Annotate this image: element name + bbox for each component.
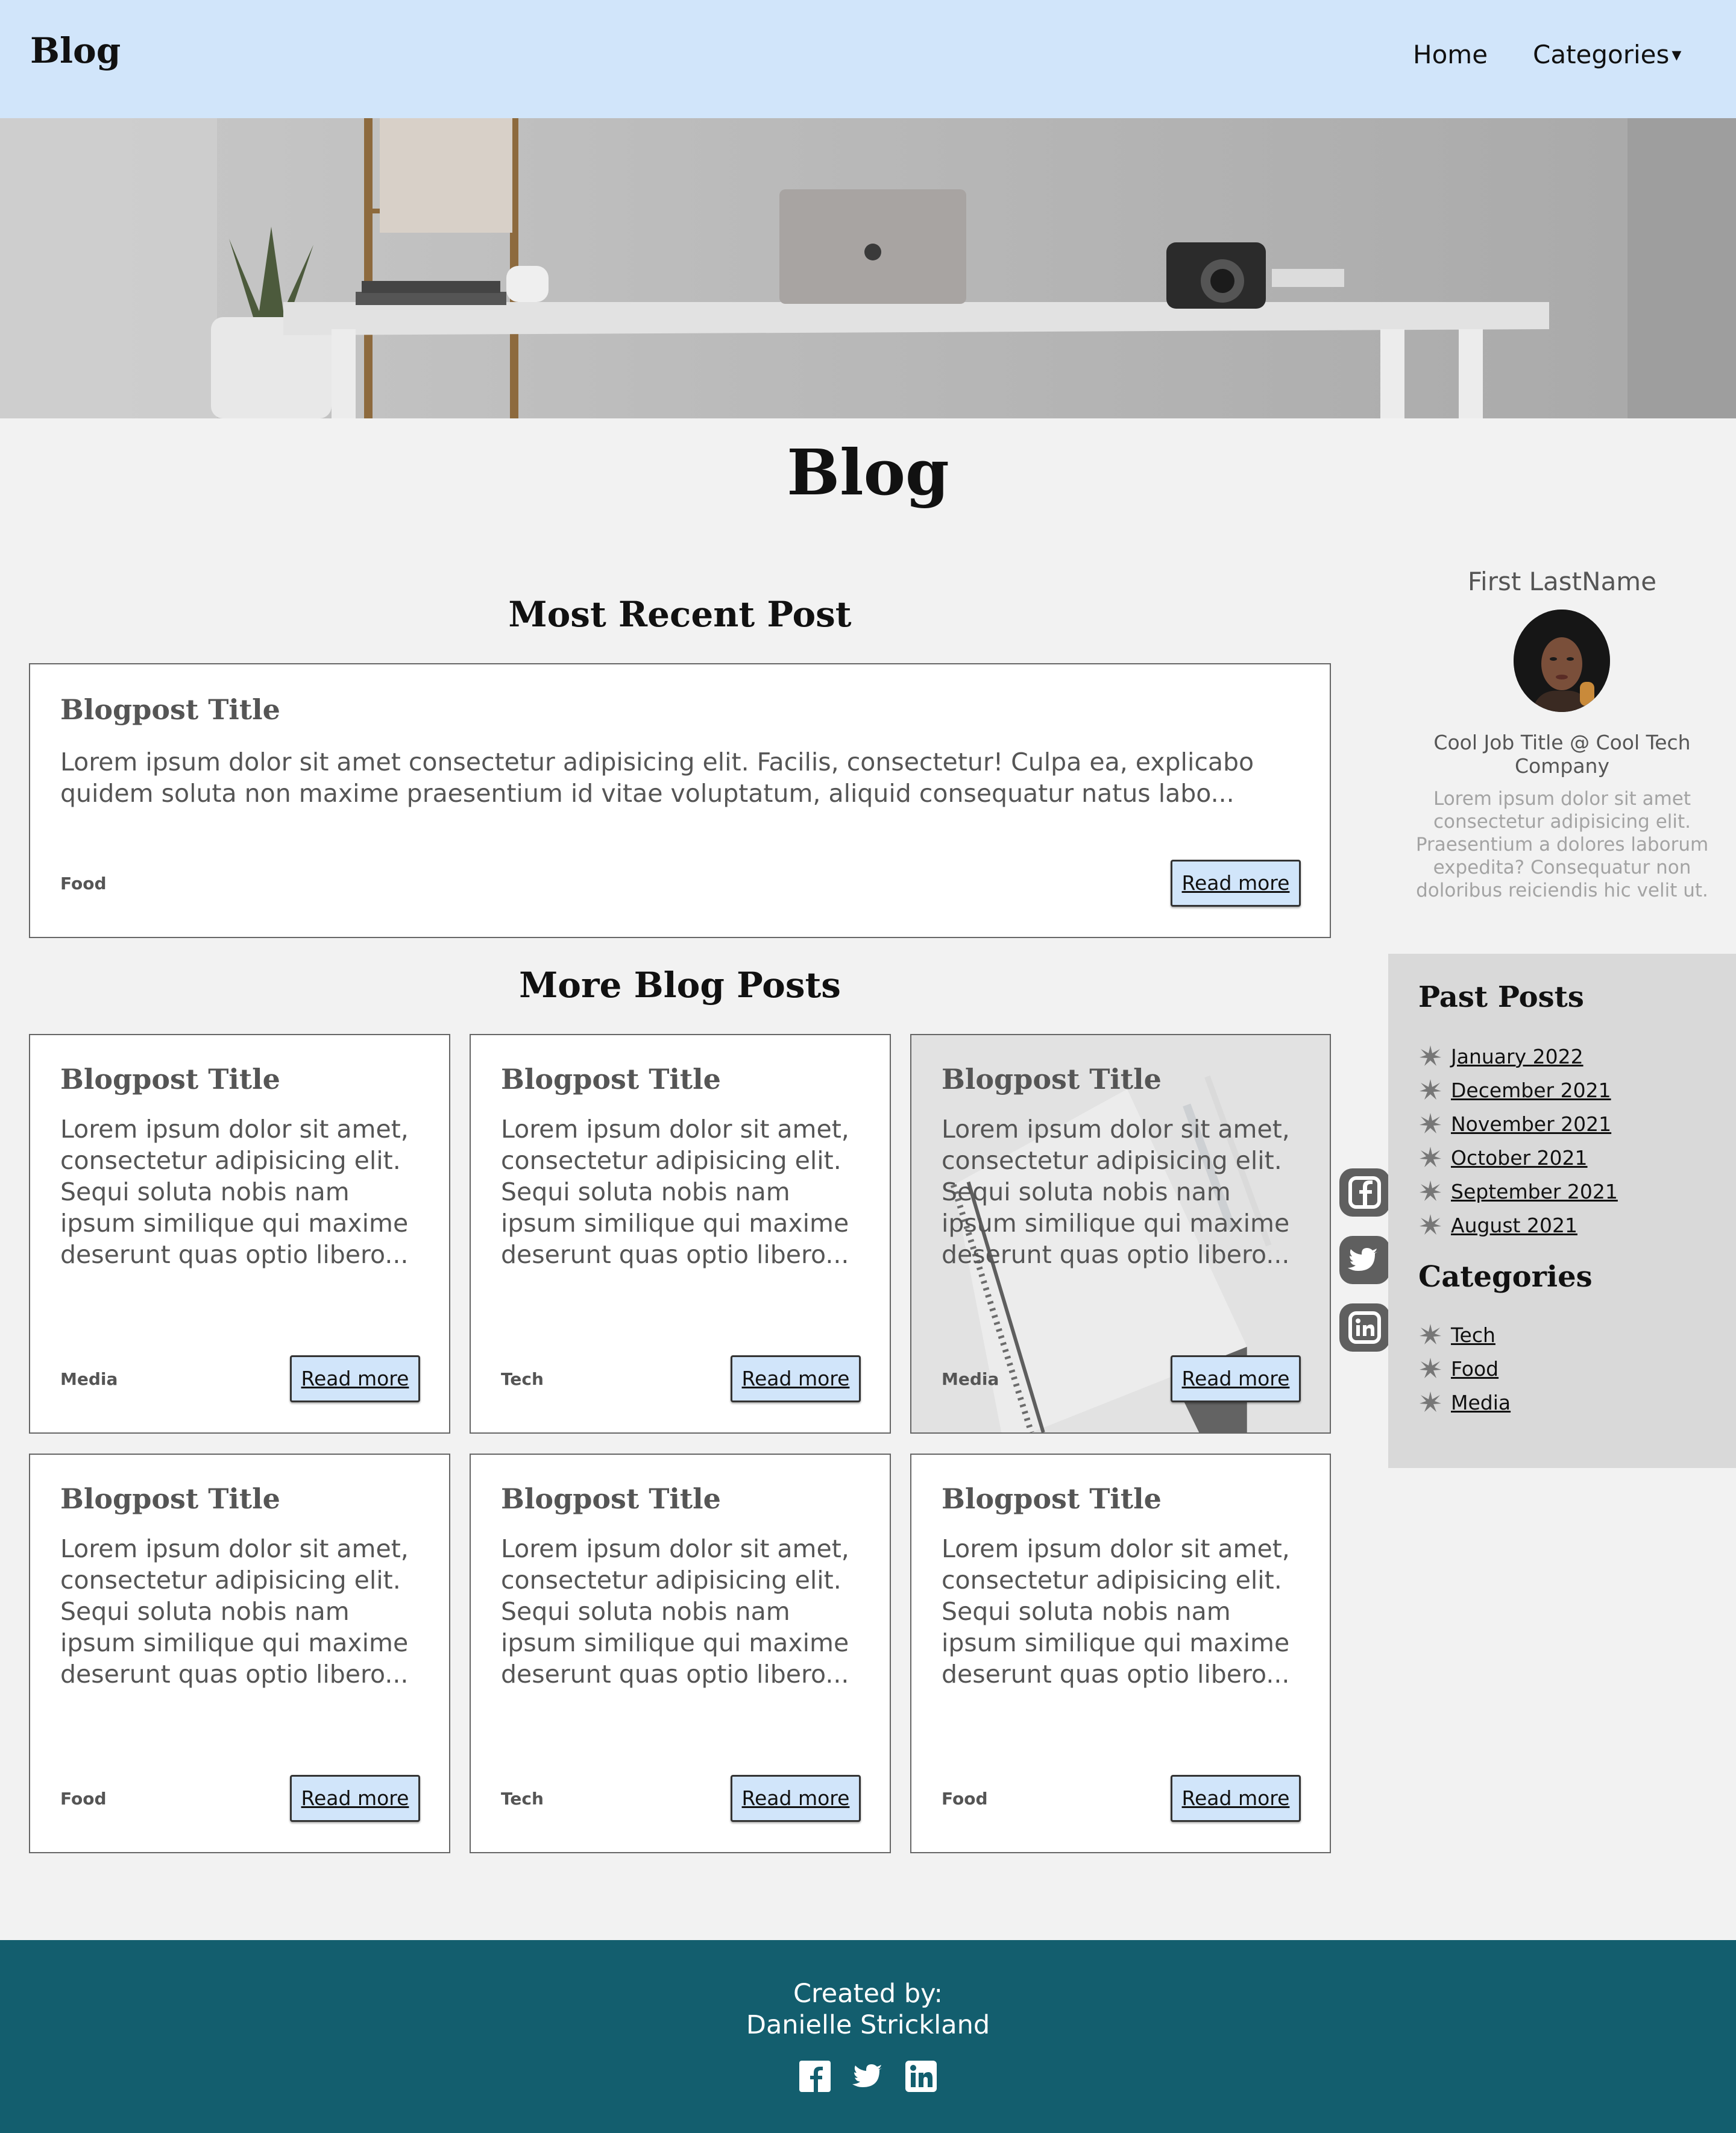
read-more-button[interactable]: Read more bbox=[1171, 860, 1301, 907]
post-card: Blogpost Title Lorem ipsum dolor sit ame… bbox=[470, 1034, 891, 1434]
post-category-tag: Food bbox=[60, 1789, 107, 1809]
post-title: Blogpost Title bbox=[942, 1063, 1162, 1095]
categories-heading: Categories bbox=[1418, 1260, 1593, 1294]
post-excerpt: Lorem ipsum dolor sit amet, consectetur … bbox=[501, 1115, 849, 1269]
profile-bio: Lorem ipsum dolor sit amet consectetur a… bbox=[1415, 788, 1709, 901]
post-title: Blogpost Title bbox=[501, 1482, 721, 1515]
past-post-link[interactable]: September 2021 bbox=[1451, 1180, 1618, 1203]
footer: Created by: Danielle Strickland bbox=[0, 1940, 1736, 2133]
list-item: September 2021 bbox=[1418, 1174, 1618, 1208]
past-post-link[interactable]: January 2022 bbox=[1451, 1045, 1583, 1068]
past-post-link[interactable]: August 2021 bbox=[1451, 1214, 1577, 1237]
hero-image bbox=[0, 118, 1736, 418]
top-navbar: Blog Home Categories ▾ bbox=[0, 0, 1736, 118]
post-title: Blogpost Title bbox=[60, 1482, 280, 1515]
list-item: November 2021 bbox=[1418, 1107, 1618, 1141]
read-more-button[interactable]: Read more bbox=[290, 1775, 420, 1822]
past-posts-heading: Past Posts bbox=[1418, 980, 1584, 1014]
profile-job-title: Cool Job Title @ Cool Tech Company bbox=[1433, 731, 1691, 778]
post-card: Blogpost Title Lorem ipsum dolor sit ame… bbox=[29, 1454, 450, 1853]
page-title: Blog bbox=[787, 435, 949, 509]
read-more-button[interactable]: Read more bbox=[1171, 1355, 1301, 1402]
list-item: Food bbox=[1418, 1352, 1511, 1385]
post-card: Blogpost Title Lorem ipsum dolor sit ame… bbox=[470, 1454, 891, 1853]
post-category-tag: Media bbox=[942, 1369, 999, 1389]
star-bullet-icon bbox=[1420, 1147, 1441, 1167]
post-title: Blogpost Title bbox=[60, 1063, 280, 1095]
most-recent-heading: Most Recent Post bbox=[508, 594, 852, 635]
list-item: August 2021 bbox=[1418, 1208, 1618, 1242]
read-more-button[interactable]: Read more bbox=[731, 1775, 861, 1822]
post-excerpt: Lorem ipsum dolor sit amet, consectetur … bbox=[60, 1115, 409, 1269]
footer-linkedin-icon[interactable] bbox=[905, 2061, 937, 2092]
star-bullet-icon bbox=[1420, 1113, 1441, 1133]
post-card: Blogpost Title Lorem ipsum dolor sit ame… bbox=[910, 1454, 1331, 1853]
category-link[interactable]: Media bbox=[1451, 1391, 1511, 1414]
post-excerpt: Lorem ipsum dolor sit amet, consectetur … bbox=[501, 1534, 849, 1689]
categories-list: Tech Food Media bbox=[1418, 1318, 1511, 1419]
past-post-link[interactable]: November 2021 bbox=[1451, 1112, 1611, 1136]
brand-logo[interactable]: Blog bbox=[30, 30, 121, 71]
post-excerpt: Lorem ipsum dolor sit amet consectetur a… bbox=[60, 748, 1254, 808]
footer-author: Danielle Strickland bbox=[746, 2010, 990, 2040]
star-bullet-icon bbox=[1420, 1045, 1441, 1066]
profile-photo bbox=[1514, 610, 1610, 712]
past-posts-list: January 2022 December 2021 November 2021… bbox=[1418, 1039, 1618, 1242]
nav-categories-label: Categories bbox=[1533, 40, 1670, 69]
star-bullet-icon bbox=[1420, 1324, 1441, 1344]
post-category-tag: Tech bbox=[501, 1789, 544, 1809]
list-item: October 2021 bbox=[1418, 1141, 1618, 1174]
post-title: Blogpost Title bbox=[60, 693, 280, 726]
linkedin-link[interactable] bbox=[1339, 1303, 1390, 1352]
past-post-link[interactable]: October 2021 bbox=[1451, 1146, 1588, 1170]
linkedin-icon bbox=[1348, 1311, 1381, 1344]
list-item: Tech bbox=[1418, 1318, 1511, 1352]
sidebar: Past Posts January 2022 December 2021 No… bbox=[1388, 954, 1736, 1468]
post-title: Blogpost Title bbox=[942, 1482, 1162, 1515]
list-item: December 2021 bbox=[1418, 1073, 1618, 1107]
post-category-tag: Food bbox=[942, 1789, 988, 1809]
list-item: Media bbox=[1418, 1385, 1511, 1419]
star-bullet-icon bbox=[1420, 1358, 1441, 1378]
star-bullet-icon bbox=[1420, 1391, 1441, 1412]
nav-home-link[interactable]: Home bbox=[1413, 40, 1488, 69]
post-category-tag: Food bbox=[60, 874, 107, 893]
post-title: Blogpost Title bbox=[501, 1063, 721, 1095]
facebook-link[interactable] bbox=[1339, 1168, 1390, 1217]
category-link[interactable]: Tech bbox=[1451, 1323, 1495, 1347]
avatar bbox=[1514, 610, 1610, 712]
star-bullet-icon bbox=[1420, 1214, 1441, 1235]
read-more-button[interactable]: Read more bbox=[731, 1355, 861, 1402]
star-bullet-icon bbox=[1420, 1079, 1441, 1100]
twitter-icon bbox=[1348, 1248, 1378, 1271]
read-more-button[interactable]: Read more bbox=[1171, 1775, 1301, 1822]
post-category-tag: Tech bbox=[501, 1369, 544, 1389]
list-item: January 2022 bbox=[1418, 1039, 1618, 1073]
footer-created-label: Created by: bbox=[793, 1979, 943, 2009]
star-bullet-icon bbox=[1420, 1180, 1441, 1201]
profile-name: First LastName bbox=[1467, 567, 1657, 596]
category-link[interactable]: Food bbox=[1451, 1357, 1499, 1381]
past-post-link[interactable]: December 2021 bbox=[1451, 1079, 1611, 1102]
footer-twitter-icon[interactable] bbox=[852, 2061, 884, 2092]
post-category-tag: Media bbox=[60, 1369, 118, 1389]
featured-post-card: Blogpost Title Lorem ipsum dolor sit ame… bbox=[29, 663, 1331, 938]
desk-photo bbox=[0, 118, 1736, 418]
more-posts-heading: More Blog Posts bbox=[519, 965, 841, 1006]
post-excerpt: Lorem ipsum dolor sit amet, consectetur … bbox=[942, 1115, 1290, 1269]
post-card: Blogpost Title Lorem ipsum dolor sit ame… bbox=[29, 1034, 450, 1434]
post-card-with-image: Blogpost Title Lorem ipsum dolor sit ame… bbox=[910, 1034, 1331, 1434]
read-more-button[interactable]: Read more bbox=[290, 1355, 420, 1402]
facebook-icon bbox=[1348, 1176, 1381, 1209]
footer-facebook-icon[interactable] bbox=[799, 2061, 831, 2092]
nav-categories-dropdown[interactable]: Categories ▾ bbox=[1533, 40, 1681, 69]
caret-down-icon: ▾ bbox=[1672, 43, 1682, 66]
post-excerpt: Lorem ipsum dolor sit amet, consectetur … bbox=[60, 1534, 409, 1689]
twitter-link[interactable] bbox=[1339, 1236, 1390, 1284]
post-excerpt: Lorem ipsum dolor sit amet, consectetur … bbox=[942, 1534, 1290, 1689]
